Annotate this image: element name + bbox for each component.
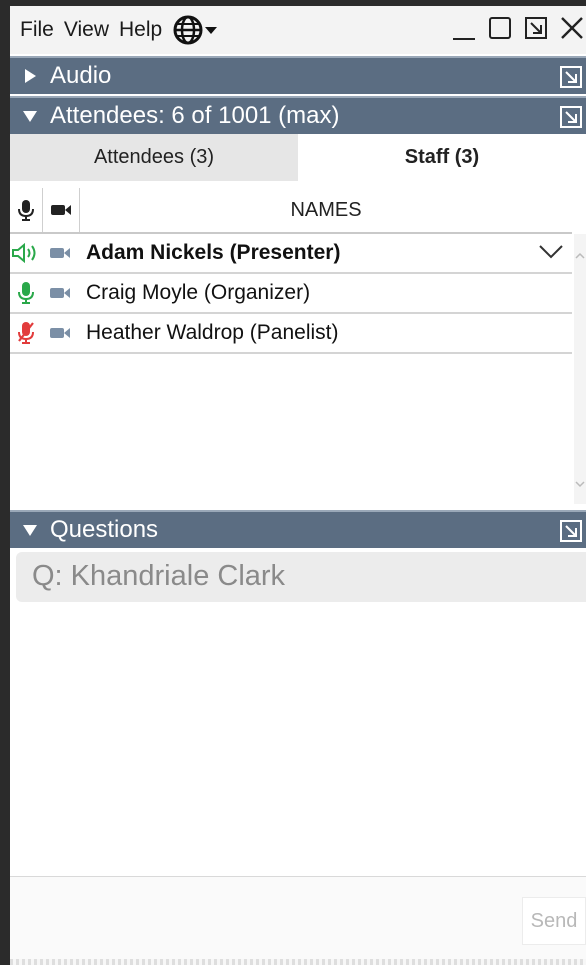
camera-icon [51, 205, 71, 215]
scroll-up-icon [575, 252, 585, 259]
microphone-icon [18, 200, 34, 221]
attendees-section-title: Attendees: 6 of 1001 (max) [50, 102, 340, 129]
menu-file[interactable]: File [20, 18, 54, 42]
audio-section-header[interactable]: Audio [10, 56, 586, 94]
attendees-popout-button[interactable] [558, 104, 584, 137]
speaking-icon[interactable] [10, 243, 42, 263]
menu-view[interactable]: View [64, 18, 109, 42]
collapse-triangle-icon [10, 523, 50, 537]
table-row[interactable]: Adam Nickels (Presenter) [10, 234, 572, 274]
questions-popout-button[interactable] [558, 518, 584, 551]
mic-column-header[interactable] [10, 188, 43, 232]
attendees-section-header[interactable]: Attendees: 6 of 1001 (max) [10, 96, 586, 134]
popout-icon [560, 66, 582, 88]
popout-icon [525, 17, 547, 39]
popout-icon [560, 106, 582, 128]
popout-button[interactable] [522, 14, 550, 42]
tab-attendees[interactable]: Attendees (3) [10, 134, 298, 181]
names-table-header: NAMES [10, 188, 572, 234]
camera-column-header[interactable] [43, 188, 80, 232]
camera-off-icon[interactable] [42, 246, 78, 260]
expand-triangle-icon [10, 68, 50, 84]
caret-down-icon [205, 27, 218, 34]
chevron-down-icon[interactable] [538, 242, 564, 265]
table-row[interactable]: Heather Waldrop (Panelist) [10, 314, 572, 354]
webinar-control-panel: File View Help Audio Attendees: 6 of 100… [10, 6, 586, 965]
names-column-header[interactable]: NAMES [80, 199, 572, 222]
questions-section-header[interactable]: Questions [10, 510, 586, 548]
close-icon [561, 17, 583, 39]
attendee-name: Heather Waldrop (Panelist) [86, 321, 339, 344]
attendee-tabs: Attendees (3) Staff (3) [10, 134, 586, 181]
resize-grip[interactable] [10, 959, 586, 965]
minimize-icon [453, 38, 475, 40]
microphone-on-icon[interactable] [10, 281, 42, 305]
list-scrollbar[interactable] [574, 234, 586, 504]
audio-section-title: Audio [50, 62, 112, 89]
question-item[interactable]: Q: Khandriale Clark [16, 552, 586, 602]
globe-icon [173, 15, 203, 45]
language-menu[interactable] [172, 14, 218, 46]
question-text: Q: Khandriale Clark [32, 560, 286, 592]
scroll-down-icon [575, 481, 585, 488]
camera-off-icon[interactable] [42, 326, 78, 340]
menu-help[interactable]: Help [119, 18, 162, 42]
collapse-triangle-icon [10, 109, 50, 123]
table-row[interactable]: Craig Moyle (Organizer) [10, 274, 572, 314]
window-controls [450, 14, 586, 42]
attendee-name: Craig Moyle (Organizer) [86, 281, 311, 304]
minimize-button[interactable] [450, 14, 478, 42]
answer-compose-area[interactable]: Send [10, 876, 586, 965]
menu-bar: File View Help [10, 6, 586, 54]
camera-off-icon[interactable] [42, 286, 78, 300]
staff-list: Adam Nickels (Presenter) Craig Moyle (Or… [10, 234, 572, 354]
maximize-icon [489, 17, 511, 39]
microphone-muted-icon[interactable] [10, 321, 42, 345]
questions-section-title: Questions [50, 516, 159, 543]
maximize-button[interactable] [486, 14, 514, 42]
close-button[interactable] [558, 14, 586, 42]
audio-popout-button[interactable] [558, 64, 584, 97]
popout-icon [560, 520, 582, 542]
send-button[interactable]: Send [522, 897, 586, 945]
attendee-name: Adam Nickels (Presenter) [86, 241, 341, 264]
tab-staff[interactable]: Staff (3) [298, 134, 586, 181]
